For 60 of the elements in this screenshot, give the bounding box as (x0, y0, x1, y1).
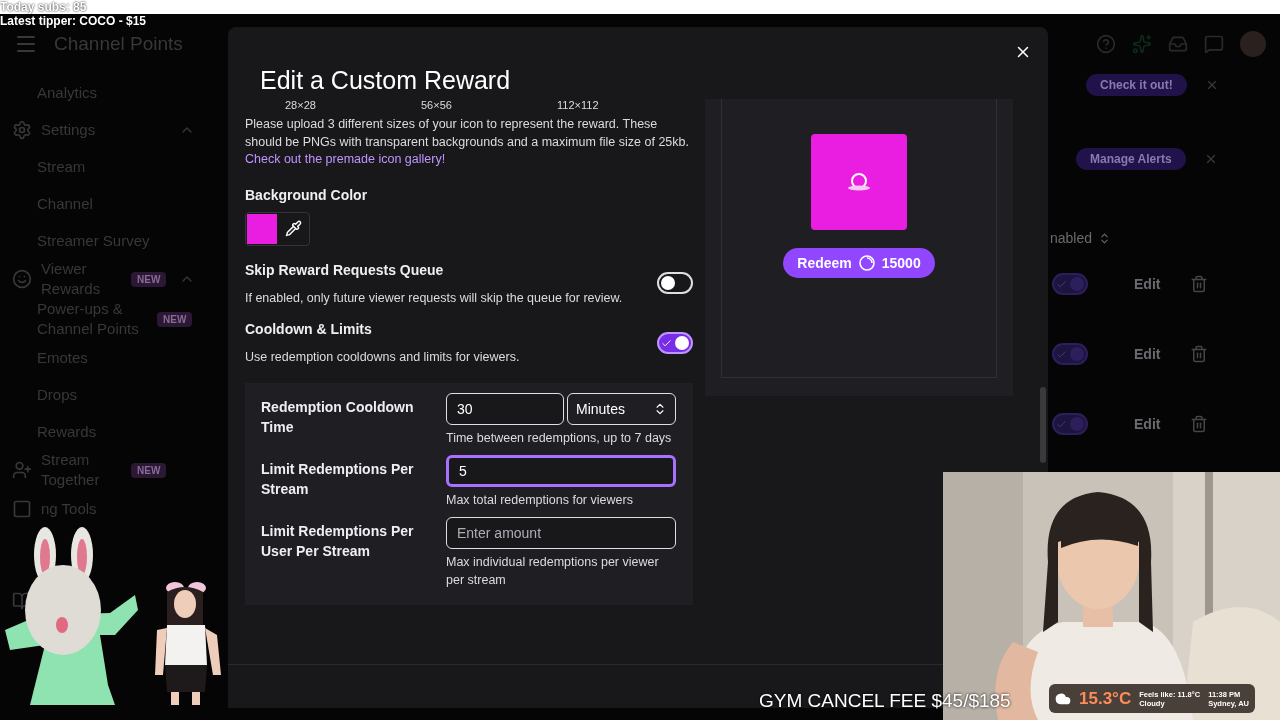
toggle-switch[interactable] (1052, 273, 1088, 295)
size-label: 28×28 (285, 99, 317, 111)
section-description: If enabled, only future viewer requests will skip the queue for review. (245, 289, 623, 307)
edit-button[interactable]: Edit (1134, 343, 1161, 365)
field-hint: Max individual redemptions per viewer per stream (446, 554, 660, 589)
unit-dropdown[interactable]: Minutes (567, 393, 676, 425)
reward-icon (846, 172, 872, 192)
check-icon (1056, 278, 1067, 290)
new-badge: NEW (131, 271, 167, 287)
section-label: Cooldown & Limits (245, 320, 372, 340)
gallery-link[interactable]: Check out the premade icon gallery! (245, 152, 446, 166)
scrollbar[interactable] (1040, 387, 1046, 463)
smiley-icon (12, 269, 32, 289)
avatar[interactable] (1240, 31, 1266, 57)
promo-button[interactable]: Manage Alerts (1076, 148, 1186, 170)
section-label: Skip Reward Requests Queue (245, 260, 444, 280)
size-label: 56×56 (421, 99, 453, 111)
toggle-switch[interactable] (1052, 413, 1088, 435)
field-hint: Time between redemptions, up to 7 days (446, 430, 673, 447)
size-label: 112×112 (557, 99, 600, 111)
square-icon (12, 498, 32, 519)
amount-field[interactable]: Enter amount (446, 517, 676, 549)
stream-stat: Today subs: 85 (0, 0, 88, 14)
field-hint: Max total redemptions for viewers (446, 492, 634, 509)
check-icon (1056, 348, 1067, 360)
field-label: Limit Redemptions Per User Per Stream (261, 522, 415, 561)
section-description: Use redemption cooldowns and limits for viewers. (245, 349, 520, 367)
upload-note: Please upload 3 different sizes of your icon to represent the reward. These should be PNGs with transparent backgrounds and a maximum file size of 25kb. Check out the premade icon gallery! (245, 116, 690, 168)
eyedropper-icon[interactable] (285, 220, 302, 237)
toggle-switch[interactable] (1052, 343, 1088, 365)
trash-icon[interactable] (1190, 275, 1209, 293)
promo-button[interactable]: Check it out! (1086, 74, 1187, 96)
amount-field[interactable]: 5 (446, 455, 676, 487)
check-icon (661, 337, 672, 349)
check-icon (1056, 418, 1067, 430)
edit-button[interactable]: Edit (1134, 413, 1161, 435)
chat-icon[interactable] (1204, 34, 1224, 54)
stream-stat: Latest tipper: COCO - $15 (0, 14, 147, 28)
edit-button[interactable]: Edit (1134, 273, 1161, 295)
new-badge: NEW (157, 311, 193, 327)
trash-icon[interactable] (1190, 345, 1209, 363)
color-swatch[interactable] (247, 213, 277, 244)
amount-field[interactable]: 30 (446, 393, 564, 425)
inbox-icon[interactable] (1168, 34, 1188, 54)
help-icon[interactable] (1096, 34, 1116, 54)
field-label: Redemption Cooldown Time (261, 398, 415, 437)
sparkle-icon[interactable] (1132, 34, 1152, 54)
field-label: Limit Redemptions Per Stream (261, 460, 415, 499)
color-picker[interactable] (245, 211, 310, 246)
temperature: 15.3°C (1079, 687, 1132, 710)
settings-icon (12, 119, 32, 140)
points-icon (857, 254, 876, 272)
redeem-button[interactable]: Redeem 15000 (783, 248, 935, 278)
dialog-title: Edit a Custom Reward (259, 65, 511, 95)
add-person-icon (12, 460, 32, 480)
new-badge: NEW (131, 462, 167, 478)
column-header[interactable]: nabled (1050, 228, 1093, 249)
section-label: Background Color (245, 185, 368, 205)
toggle-switch[interactable] (657, 332, 693, 355)
trash-icon[interactable] (1190, 415, 1209, 433)
